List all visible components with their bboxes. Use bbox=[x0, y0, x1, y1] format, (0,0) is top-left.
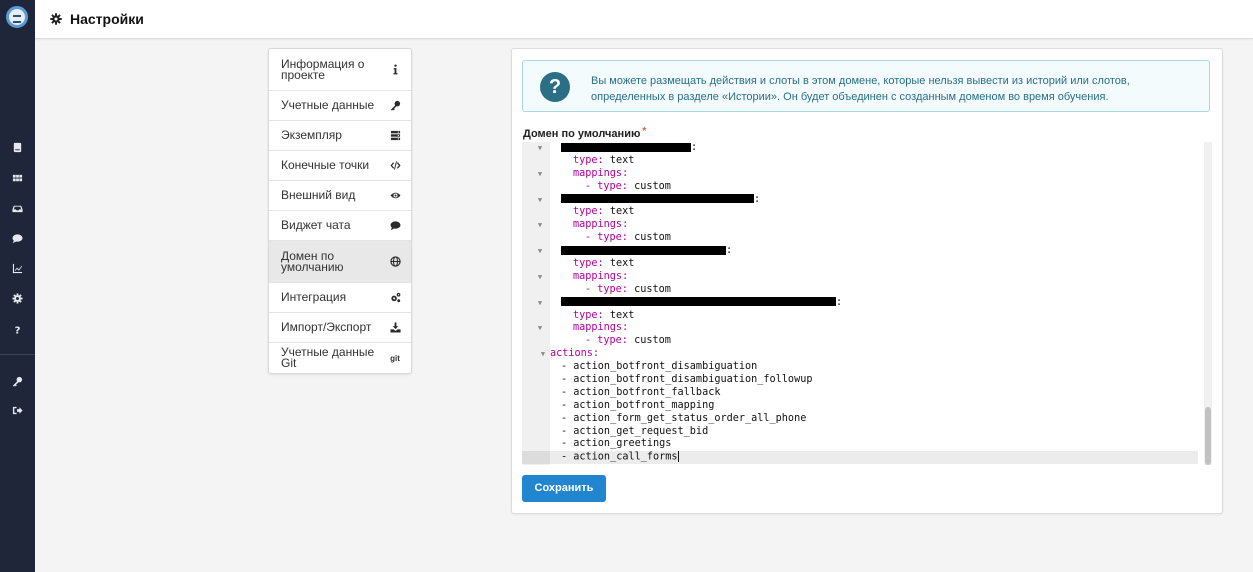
code-line: ▼ : bbox=[536, 193, 761, 207]
menu-item-label: Домен по умолчанию bbox=[281, 248, 344, 274]
app-sidebar: ? bbox=[0, 0, 35, 572]
code-line: type: text bbox=[573, 258, 635, 270]
required-mark: * bbox=[642, 126, 647, 137]
menu-item-label: Конечные точки bbox=[281, 158, 370, 172]
code-line: ▼ actions: bbox=[539, 348, 600, 361]
info-icon bbox=[389, 64, 401, 76]
info-text: Вы можете размещать действия и слоты в э… bbox=[591, 75, 1130, 103]
menu-item-chat-widget[interactable]: Виджет чата bbox=[269, 211, 411, 241]
scrollbar-thumb[interactable] bbox=[1205, 407, 1211, 465]
code-line: type: text bbox=[573, 309, 635, 321]
redacted-text bbox=[561, 194, 754, 204]
code-line-active: - action_call_forms bbox=[522, 451, 1198, 465]
code-line: - action_botfront_disambiguation bbox=[561, 361, 758, 373]
code-line: - action_botfront_mapping bbox=[561, 399, 715, 411]
server-icon bbox=[389, 130, 401, 142]
code-line: - action_get_request_bid bbox=[561, 425, 709, 437]
logout-icon[interactable] bbox=[0, 399, 35, 421]
field-label-text: Домен по умолчанию bbox=[523, 128, 641, 140]
fold-icon[interactable]: ▼ bbox=[536, 245, 544, 258]
grid-icon[interactable] bbox=[0, 167, 35, 189]
code-line: - action_botfront_fallback bbox=[561, 386, 721, 398]
save-button[interactable]: Сохранить bbox=[522, 475, 606, 502]
field-label: Домен по умолчанию * bbox=[523, 126, 647, 140]
fold-icon[interactable]: ▼ bbox=[536, 297, 544, 310]
code-line: ▼ mappings: bbox=[536, 167, 629, 181]
menu-item-label: Учетные данные bbox=[281, 98, 375, 112]
menu-item-label: Информация о проекте bbox=[281, 56, 365, 82]
info-message: ? Вы можете размещать действия и слоты в… bbox=[522, 60, 1210, 112]
menu-item-project-info[interactable]: Информация о проекте bbox=[269, 49, 411, 91]
page-header: Настройки bbox=[35, 0, 1253, 39]
menu-item-label: Интеграция bbox=[281, 290, 347, 304]
menu-item-integration[interactable]: Интеграция bbox=[269, 283, 411, 313]
question-icon[interactable]: ? bbox=[0, 318, 35, 340]
editor-scrollbar[interactable] bbox=[1204, 142, 1212, 465]
domain-panel: ? Вы можете размещать действия и слоты в… bbox=[511, 48, 1223, 514]
globe-icon bbox=[389, 255, 401, 267]
menu-item-credentials[interactable]: Учетные данные bbox=[269, 91, 411, 121]
eye-icon bbox=[389, 190, 401, 202]
domain-code-editor[interactable]: ▼ : type: text ▼ mappings: - type: custo… bbox=[522, 142, 1212, 465]
sidebar-divider bbox=[0, 354, 35, 355]
fold-icon[interactable]: ▼ bbox=[536, 194, 544, 207]
redacted-text bbox=[561, 297, 836, 307]
editor-lines: ▼ : type: text ▼ mappings: - type: custo… bbox=[522, 142, 1198, 465]
menu-item-label: Внешний вид bbox=[281, 188, 356, 202]
settings-menu: Информация о проекте Учетные данные Экзе… bbox=[268, 48, 412, 374]
code-line: - action_greetings bbox=[561, 438, 672, 450]
menu-item-git-credentials[interactable]: Учетные данные Git git bbox=[269, 343, 411, 373]
chart-icon[interactable] bbox=[0, 257, 35, 279]
code-icon bbox=[389, 160, 401, 172]
menu-item-import-export[interactable]: Импорт/Экспорт bbox=[269, 313, 411, 343]
fold-icon[interactable]: ▼ bbox=[536, 168, 544, 181]
code-line: ▼ mappings: bbox=[536, 219, 629, 232]
code-line: ▼ : bbox=[536, 245, 733, 258]
fold-icon[interactable]: ▼ bbox=[536, 142, 544, 155]
code-line: - type: custom bbox=[585, 180, 671, 192]
key-icon bbox=[389, 100, 401, 112]
gear-icon bbox=[50, 13, 62, 25]
chat-icon[interactable] bbox=[0, 227, 35, 249]
menu-item-label: Импорт/Экспорт bbox=[281, 320, 372, 334]
fold-icon[interactable]: ▼ bbox=[536, 322, 544, 335]
menu-item-endpoints[interactable]: Конечные точки bbox=[269, 151, 411, 181]
download-icon bbox=[389, 322, 401, 334]
app-logo[interactable] bbox=[6, 6, 28, 28]
cogs-icon bbox=[389, 292, 401, 304]
fold-icon[interactable]: ▼ bbox=[539, 348, 547, 361]
menu-item-label: Экземпляр bbox=[281, 128, 342, 142]
menu-item-label: Виджет чата bbox=[281, 218, 351, 232]
inbox-icon[interactable] bbox=[0, 197, 35, 219]
redacted-text bbox=[561, 142, 691, 152]
key-icon[interactable] bbox=[0, 370, 35, 392]
git-icon: git bbox=[390, 353, 400, 363]
code-line: - action_botfront_disambiguation_followu… bbox=[561, 374, 813, 386]
code-line: - type: custom bbox=[585, 232, 671, 244]
gear-icon[interactable] bbox=[0, 287, 35, 309]
redacted-text bbox=[561, 245, 726, 255]
comment-icon bbox=[389, 220, 401, 232]
code-line: - action_form_get_status_order_all_phone bbox=[561, 412, 807, 424]
code-line: ▼ : bbox=[536, 296, 843, 310]
code-line: - type: custom bbox=[585, 335, 671, 347]
fold-icon[interactable]: ▼ bbox=[536, 271, 544, 284]
code-line: ▼ mappings: bbox=[536, 322, 629, 335]
text-cursor bbox=[677, 451, 679, 463]
page-title: Настройки bbox=[70, 11, 144, 27]
menu-item-instance[interactable]: Экземпляр bbox=[269, 121, 411, 151]
svg-text:?: ? bbox=[15, 325, 21, 334]
question-circle-icon: ? bbox=[540, 72, 570, 102]
code-line: - type: custom bbox=[585, 283, 671, 295]
code-line: ▼ mappings: bbox=[536, 270, 629, 284]
fold-icon[interactable]: ▼ bbox=[536, 219, 544, 232]
code-line: ▼ : bbox=[536, 142, 698, 155]
menu-item-label: Учетные данные Git bbox=[281, 345, 375, 370]
code-line: type: text bbox=[573, 206, 635, 218]
code-line: type: text bbox=[573, 154, 635, 166]
menu-item-default-domain[interactable]: Домен по умолчанию bbox=[269, 241, 411, 283]
book-icon[interactable] bbox=[0, 136, 35, 158]
menu-item-appearance[interactable]: Внешний вид bbox=[269, 181, 411, 211]
